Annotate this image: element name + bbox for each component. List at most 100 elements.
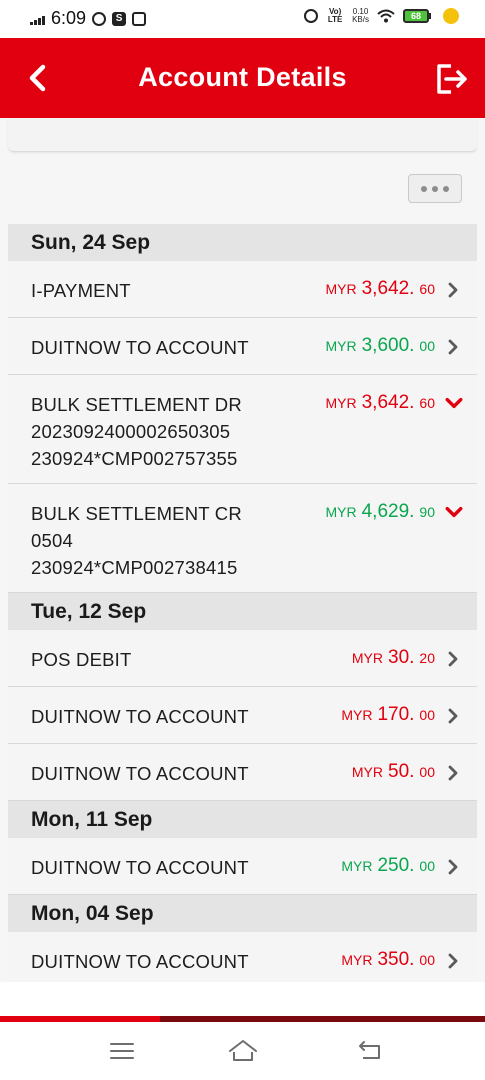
page-title: Account Details: [138, 62, 347, 92]
more-dot-icon: [421, 185, 427, 192]
transaction-content: Sun, 24 Sep I-PAYMENT MYR 3,642. 60 DUIT…: [0, 118, 485, 982]
date-header: Sun, 24 Sep: [8, 224, 477, 261]
amount-value: 3,642.: [361, 392, 415, 413]
chevron-down-icon[interactable]: [445, 394, 463, 412]
whatsapp-icon: [92, 11, 107, 26]
transaction-amount: MYR 50. 00: [352, 761, 435, 783]
transaction-line: DUITNOW TO ACCOUNT: [31, 951, 249, 972]
transaction-line: 230924*CMP002738415: [31, 557, 238, 578]
status-left: 6:09 S: [30, 8, 147, 29]
amount-value: 4,629.: [361, 501, 415, 522]
chevron-right-icon: [448, 339, 458, 355]
logout-button[interactable]: [433, 61, 469, 97]
transaction-line: 0504: [31, 530, 73, 551]
transaction-row[interactable]: BULK SETTLEMENT CR 0504 230924*CMP002738…: [8, 484, 477, 593]
amount-value: 30.: [388, 647, 415, 668]
amount-currency: MYR: [341, 952, 373, 968]
amount-cents: 00: [419, 338, 435, 354]
transaction-line: 230924*CMP002757355: [31, 448, 238, 469]
network-speed: 0.10 KB/s: [352, 8, 369, 24]
system-nav-bar: [0, 1022, 485, 1080]
amount-value: 3,600.: [361, 335, 415, 356]
chevron-right-icon: [448, 708, 458, 724]
transaction-line: BULK SETTLEMENT DR: [31, 394, 242, 415]
amount-cents: 60: [419, 281, 435, 297]
date-header: Mon, 04 Sep: [8, 895, 477, 932]
transaction-description: DUITNOW TO ACCOUNT: [31, 703, 249, 730]
amount-currency: MYR: [341, 707, 373, 723]
amount-value: 170.: [377, 704, 415, 725]
transaction-list: Sun, 24 Sep I-PAYMENT MYR 3,642. 60 DUIT…: [8, 224, 477, 982]
amount-cents: 00: [419, 707, 435, 723]
amount-currency: MYR: [325, 281, 357, 297]
transaction-row[interactable]: DUITNOW TO ACCOUNT MYR 3,600. 00: [8, 318, 477, 375]
transaction-description: DUITNOW TO ACCOUNT: [31, 334, 249, 361]
signal-icon: [30, 13, 45, 25]
home-icon: [229, 1040, 257, 1061]
transaction-row[interactable]: DUITNOW TO ACCOUNT MYR 350. 00: [8, 932, 477, 982]
transaction-description: DUITNOW TO ACCOUNT: [31, 854, 249, 881]
chevron-right-icon: [448, 765, 458, 781]
chevron-right-icon: [448, 859, 458, 875]
transaction-row[interactable]: BULK SETTLEMENT DR 2023092400002650305 2…: [8, 375, 477, 484]
amount-value: 50.: [388, 761, 415, 782]
date-header: Tue, 12 Sep: [8, 593, 477, 630]
transaction-description: POS DEBIT: [31, 646, 132, 673]
recent-apps-button[interactable]: [107, 1036, 137, 1066]
chevron-down-icon[interactable]: [445, 503, 463, 521]
transaction-description: BULK SETTLEMENT DR 2023092400002650305 2…: [31, 391, 242, 472]
amount-currency: MYR: [325, 504, 357, 520]
transaction-row[interactable]: I-PAYMENT MYR 3,642. 60: [8, 261, 477, 318]
amount-value: 350.: [377, 949, 415, 970]
amount-value: 3,642.: [361, 278, 415, 299]
amount-cents: 20: [419, 650, 435, 666]
amount-value: 250.: [377, 855, 415, 876]
transaction-amount: MYR 170. 00: [341, 704, 435, 726]
wifi-icon: [377, 9, 395, 23]
transaction-amount: MYR 3,642. 60: [325, 278, 435, 300]
transaction-amount: MYR 30. 20: [352, 647, 435, 669]
transaction-amount: MYR 250. 00: [341, 855, 435, 877]
transaction-amount: MYR 350. 00: [341, 949, 435, 971]
transaction-row[interactable]: POS DEBIT MYR 30. 20: [8, 630, 477, 687]
amount-currency: MYR: [351, 764, 383, 780]
transaction-description: DUITNOW TO ACCOUNT: [31, 760, 249, 787]
amount-currency: MYR: [325, 395, 357, 411]
transaction-line: DUITNOW TO ACCOUNT: [31, 706, 249, 727]
status-time: 6:09: [51, 8, 87, 28]
logout-icon: [437, 64, 467, 94]
app-header: Account Details: [0, 38, 485, 118]
transaction-row[interactable]: DUITNOW TO ACCOUNT MYR 250. 00: [8, 838, 477, 895]
menu-icon: [110, 1043, 134, 1059]
system-back-button[interactable]: [355, 1036, 385, 1066]
home-button[interactable]: [227, 1036, 259, 1066]
instagram-icon: [132, 11, 147, 26]
transaction-line: DUITNOW TO ACCOUNT: [31, 857, 249, 878]
battery-icon: 68: [403, 9, 431, 23]
status-bar: 6:09 S Vo) LTE 0.10 KB/s 68: [0, 0, 485, 38]
date-header: Mon, 11 Sep: [8, 801, 477, 838]
transaction-row[interactable]: DUITNOW TO ACCOUNT MYR 50. 00: [8, 744, 477, 801]
transaction-amount: MYR 3,642. 60: [325, 392, 435, 414]
s-app-icon: S: [112, 11, 127, 26]
amount-cents: 60: [419, 395, 435, 411]
transaction-description: BULK SETTLEMENT CR 0504 230924*CMP002738…: [31, 500, 242, 581]
amount-cents: 00: [419, 952, 435, 968]
amount-cents: 90: [419, 504, 435, 520]
more-dot-icon: [443, 185, 449, 192]
transaction-amount: MYR 4,629. 90: [325, 501, 435, 523]
transaction-description: DUITNOW TO ACCOUNT: [31, 948, 249, 975]
more-dot-icon: [432, 185, 438, 192]
chevron-right-icon: [448, 282, 458, 298]
back-icon: [359, 1041, 380, 1059]
transaction-line: BULK SETTLEMENT CR: [31, 503, 242, 524]
transaction-row[interactable]: DUITNOW TO ACCOUNT MYR 170. 00: [8, 687, 477, 744]
transaction-amount: MYR 3,600. 00: [325, 335, 435, 357]
more-options-button[interactable]: [408, 174, 462, 203]
chevron-right-icon: [448, 651, 458, 667]
amount-cents: 00: [419, 764, 435, 780]
transaction-description: I-PAYMENT: [31, 277, 131, 304]
transaction-line: I-PAYMENT: [31, 280, 131, 301]
battery-level: 68: [403, 9, 429, 23]
transaction-line: DUITNOW TO ACCOUNT: [31, 337, 249, 358]
